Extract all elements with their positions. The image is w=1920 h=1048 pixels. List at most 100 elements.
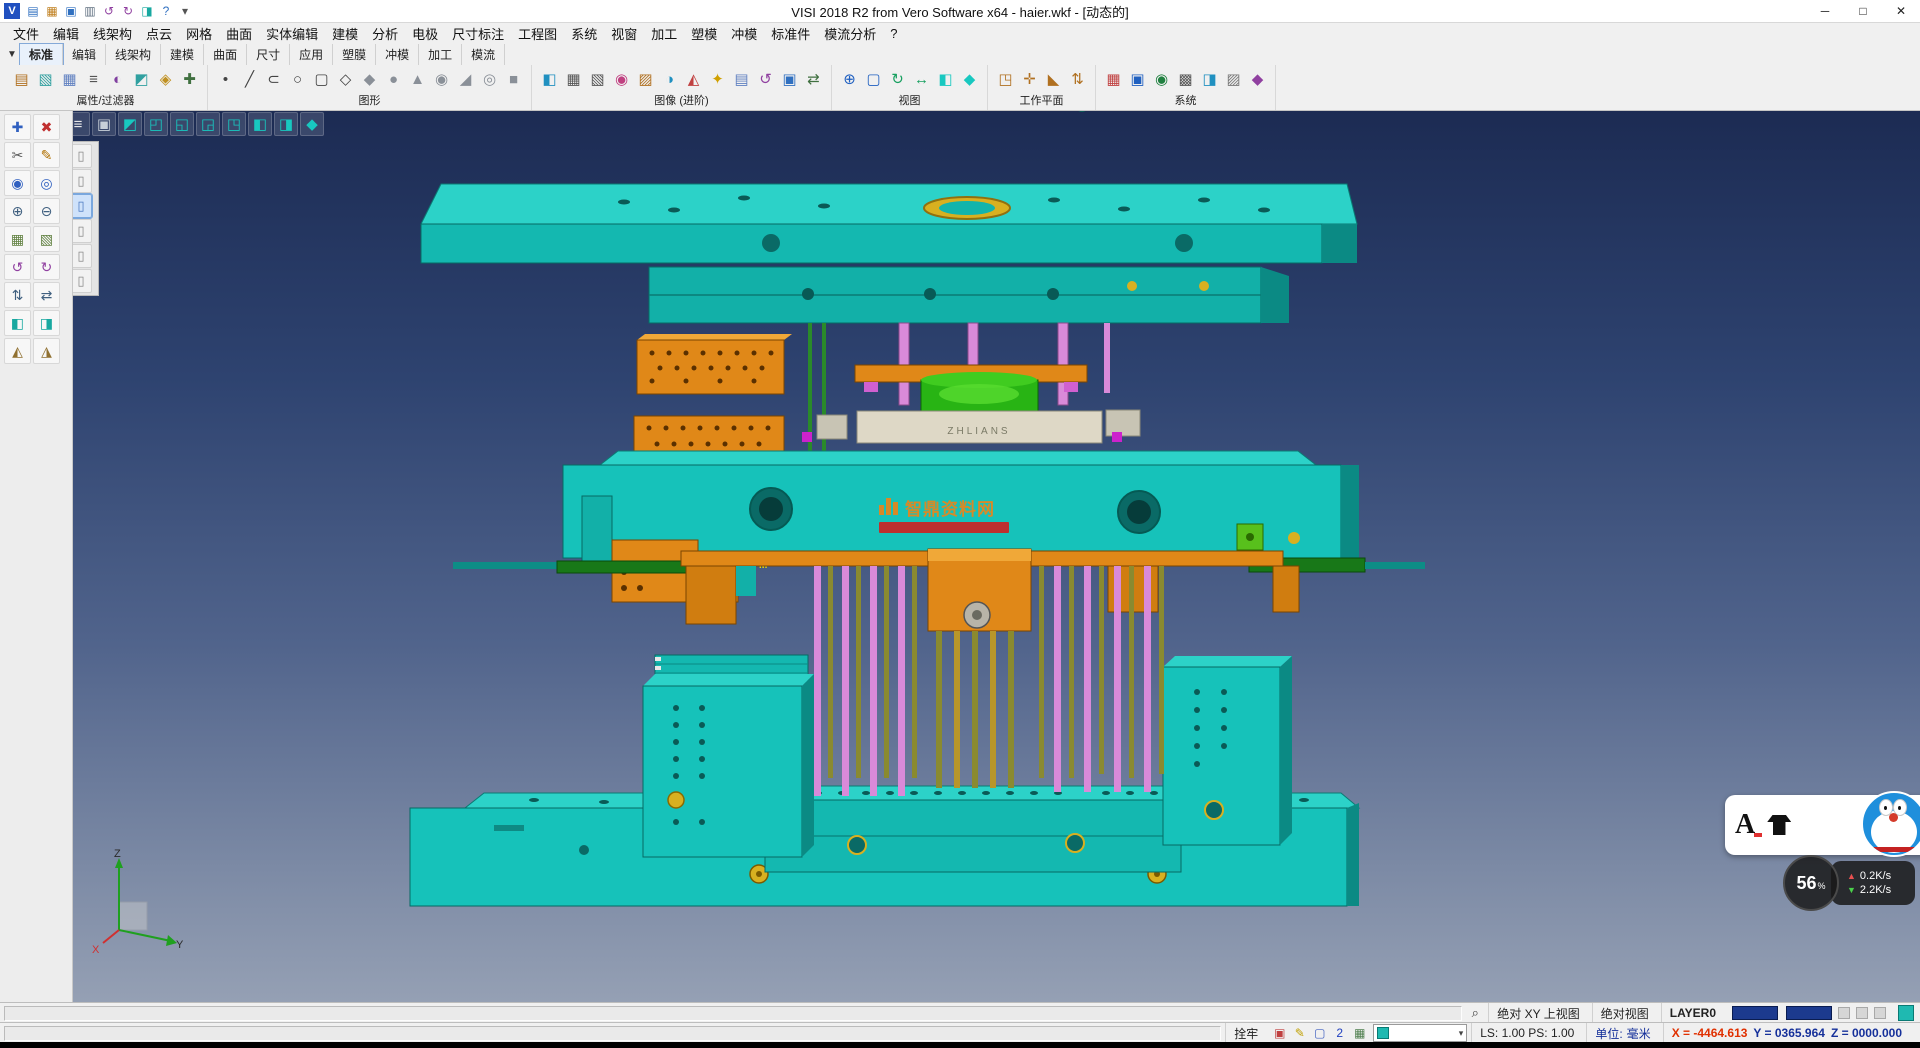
half-section-left-icon[interactable]: ◧ [4, 310, 31, 336]
compare-icon[interactable]: ⇄ [802, 67, 825, 91]
menu-item-6[interactable]: 实体编辑 [259, 22, 325, 45]
top-view-icon[interactable]: ◰ [144, 112, 168, 136]
raster-icon[interactable]: ▨ [1222, 67, 1245, 91]
workplane-icon[interactable]: ◳ [994, 67, 1017, 91]
tab-1[interactable]: 编辑 [63, 44, 106, 65]
menu-item-5[interactable]: 曲面 [219, 22, 259, 45]
section-view-icon[interactable]: ◭ [682, 67, 705, 91]
maximize-button[interactable]: □ [1844, 0, 1882, 22]
background-icon[interactable]: ▤ [730, 67, 753, 91]
print-icon[interactable]: ▥ [81, 2, 99, 20]
menu-item-16[interactable]: 冲模 [724, 22, 764, 45]
left-view-icon[interactable]: ◧ [248, 112, 272, 136]
help-icon[interactable]: ? [157, 2, 175, 20]
status-mini-swatch-3[interactable] [1874, 1007, 1886, 1019]
menu-item-15[interactable]: 塑模 [684, 22, 724, 45]
tab-8[interactable]: 冲模 [376, 44, 419, 65]
memory-percent-ball[interactable]: 56 % [1783, 855, 1839, 911]
transparency-icon[interactable]: ◑ [658, 67, 681, 91]
cylinder-icon[interactable]: ● [382, 67, 405, 91]
pick-icon[interactable]: ✚ [4, 114, 31, 140]
matrix-icon[interactable]: ▩ [1174, 67, 1197, 91]
menu-item-2[interactable]: 线架构 [86, 22, 139, 45]
light-icon[interactable]: ✦ [706, 67, 729, 91]
search-icon[interactable]: ⌕ [1466, 1004, 1484, 1022]
cone-up-icon[interactable]: ◭ [4, 338, 31, 364]
side-tool-icon-3[interactable]: ▯ [70, 194, 92, 218]
half-section-right-icon[interactable]: ◨ [33, 310, 60, 336]
line-style-icon[interactable]: ≡ [82, 67, 105, 91]
zoom-previous-icon[interactable]: ↺ [754, 67, 777, 91]
menu-item-17[interactable]: 标准件 [764, 22, 817, 45]
menu-item-13[interactable]: 视窗 [604, 22, 644, 45]
cone-down-icon[interactable]: ◮ [33, 338, 60, 364]
net-speed-readout[interactable]: ▲ 0.2K/s ▼ 2.2K/s [1831, 861, 1915, 905]
close-button[interactable]: ✕ [1882, 0, 1920, 22]
front-view-icon[interactable]: ◱ [170, 112, 194, 136]
zoom-out-icon[interactable]: ⊖ [33, 198, 60, 224]
right-view-icon[interactable]: ◲ [196, 112, 220, 136]
tab-9[interactable]: 加工 [419, 44, 462, 65]
rotate-cw-icon[interactable]: ↻ [33, 254, 60, 280]
viewport-3d[interactable]: ≡▣◩◰◱◲◳◧◨◆ ▯▯▯▯▯▯ [64, 110, 1920, 1002]
polygon-icon[interactable]: ◇ [334, 67, 357, 91]
tab-5[interactable]: 尺寸 [247, 44, 290, 65]
active-color-swatch[interactable] [1898, 1005, 1914, 1021]
tab-2[interactable]: 线架构 [106, 44, 161, 65]
selection-mask-icon[interactable]: ◐ [106, 67, 129, 91]
side-tool-icon-6[interactable]: ▯ [70, 269, 92, 293]
rectangle-icon[interactable]: ▢ [310, 67, 333, 91]
point-snap-icon[interactable]: ◉ [4, 170, 31, 196]
render-icon[interactable]: ◉ [610, 67, 633, 91]
texture-icon[interactable]: ▨ [634, 67, 657, 91]
circle-icon[interactable]: ○ [286, 67, 309, 91]
view-mode-indicator[interactable]: 绝对 XY 上视图 [1488, 1003, 1587, 1023]
status-mini-swatch-2[interactable] [1856, 1007, 1868, 1019]
iso-view-button-icon[interactable]: ◆ [958, 67, 981, 91]
properties-icon[interactable]: ◈ [154, 67, 177, 91]
axonometric-view-icon[interactable]: ◆ [300, 112, 324, 136]
menu-item-19[interactable]: ? [883, 24, 904, 43]
color-layer-combo[interactable]: ▾ [1373, 1024, 1467, 1042]
tab-0[interactable]: 标准 [20, 44, 63, 65]
rotate-ccw-icon[interactable]: ↺ [4, 254, 31, 280]
status-mini-swatch-1[interactable] [1838, 1007, 1850, 1019]
menu-item-11[interactable]: 工程图 [511, 22, 564, 45]
capture-icon[interactable]: ▣ [778, 67, 801, 91]
sphere-icon[interactable]: ◉ [430, 67, 453, 91]
view-toggle-icon[interactable]: ◨ [138, 2, 156, 20]
swap-horizontal-icon[interactable]: ⇄ [33, 282, 60, 308]
menu-item-1[interactable]: 编辑 [46, 22, 86, 45]
line-icon[interactable]: ╱ [238, 67, 261, 91]
widget-card[interactable]: A [1725, 795, 1920, 855]
sketch-icon[interactable]: ✎ [33, 142, 60, 168]
filter-settings-icon[interactable]: ✚ [178, 67, 201, 91]
selection-color-bar-1[interactable] [1732, 1006, 1778, 1020]
undo-icon[interactable]: ↺ [100, 2, 118, 20]
menu-item-9[interactable]: 电极 [405, 22, 445, 45]
side-tool-icon-4[interactable]: ▯ [70, 219, 92, 243]
tab-dropdown-icon[interactable]: ▼ [4, 49, 20, 60]
swap-vertical-icon[interactable]: ⇅ [4, 282, 31, 308]
layer-palette-icon[interactable]: ▦ [1350, 1024, 1369, 1042]
edit-marker-icon[interactable]: ✎ [1290, 1024, 1309, 1042]
view-number-icon[interactable]: 2 [1330, 1024, 1349, 1042]
screen-icon[interactable]: ▣ [92, 112, 116, 136]
point-icon[interactable]: • [214, 67, 237, 91]
torus-icon[interactable]: ◎ [478, 67, 501, 91]
side-tool-icon-1[interactable]: ▯ [70, 144, 92, 168]
selection-color-bar-2[interactable] [1786, 1006, 1832, 1020]
snapshot-icon[interactable]: ◨ [1198, 67, 1221, 91]
workplane-align-icon[interactable]: ◣ [1042, 67, 1065, 91]
workplane-flip-icon[interactable]: ⇅ [1066, 67, 1089, 91]
active-layer-indicator[interactable]: LAYER0 [1661, 1003, 1724, 1023]
side-tool-icon-5[interactable]: ▯ [70, 244, 92, 268]
prism-icon[interactable]: ◆ [358, 67, 381, 91]
workplane-indicator-icon[interactable]: ▢ [1310, 1024, 1329, 1042]
customize-toolbar-icon[interactable]: ▾ [176, 2, 194, 20]
menu-item-4[interactable]: 网格 [179, 22, 219, 45]
menu-item-12[interactable]: 系统 [564, 22, 604, 45]
block-icon[interactable]: ■ [502, 67, 525, 91]
tab-6[interactable]: 应用 [290, 44, 333, 65]
snap-lock-toggle[interactable]: 拴牢 [1225, 1023, 1266, 1043]
